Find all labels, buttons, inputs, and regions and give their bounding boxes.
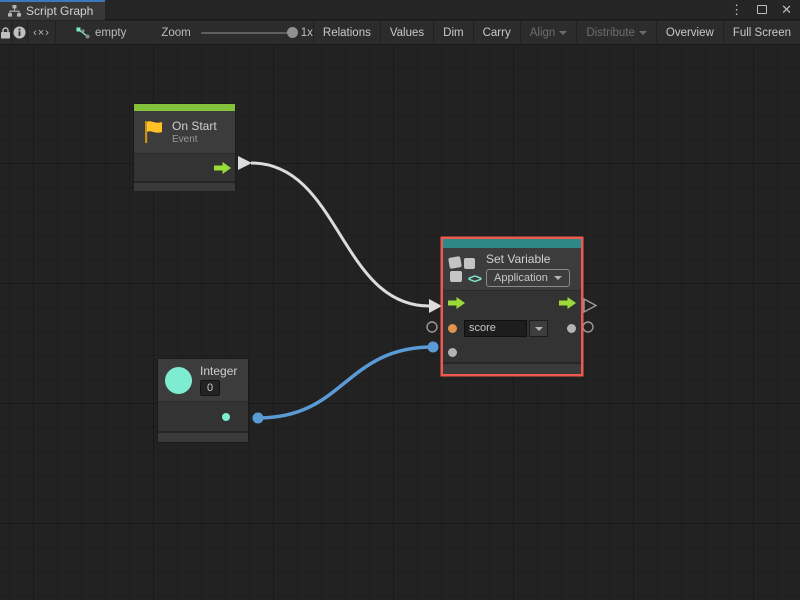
- menu-icon[interactable]: ⋮: [730, 3, 743, 16]
- flow-output-port[interactable]: [559, 297, 576, 309]
- flow-input-port[interactable]: [448, 297, 465, 309]
- info-button[interactable]: [12, 21, 27, 45]
- connection-wires: [0, 45, 800, 600]
- flow-output-port[interactable]: [214, 162, 231, 174]
- script-graph-window: Script Graph ⋮ ✕ ‹×›: [0, 0, 800, 600]
- lock-button[interactable]: [0, 21, 11, 45]
- angle-brackets-x-icon: ‹×›: [33, 27, 50, 39]
- value-wire: [258, 347, 433, 418]
- node-color-stripe: [443, 239, 581, 248]
- zoom-control: Zoom 1x: [161, 27, 313, 39]
- graph-canvas[interactable]: On Start Event: [0, 45, 800, 600]
- zoom-slider[interactable]: [201, 32, 293, 34]
- chevron-down-icon: [535, 327, 543, 331]
- chevron-down-icon: [559, 31, 567, 35]
- value-input-port[interactable]: [448, 348, 457, 357]
- chevron-down-icon: [639, 31, 647, 35]
- tab-title: Script Graph: [26, 4, 93, 18]
- graph-pointer-label: empty: [95, 27, 126, 39]
- graph-pointer-icon: [76, 27, 90, 39]
- integer-output-port[interactable]: [222, 413, 230, 421]
- overview-button[interactable]: Overview: [656, 21, 723, 45]
- node-subtitle: Event: [172, 134, 217, 145]
- code-brackets-icon: <>: [468, 271, 481, 286]
- flow-wire-dest-arrow: [429, 299, 442, 313]
- align-dropdown-button[interactable]: Align: [520, 21, 577, 45]
- carry-button[interactable]: Carry: [473, 21, 520, 45]
- variable-name-input-port[interactable]: [448, 324, 457, 333]
- integer-value-field[interactable]: 0: [200, 380, 220, 396]
- value-wire-dest-dot: [428, 342, 439, 353]
- angle-brackets-button[interactable]: ‹×›: [28, 21, 55, 45]
- value-output-port[interactable]: [567, 324, 576, 333]
- variable-name-field[interactable]: score: [464, 320, 527, 337]
- graph-pointer-status[interactable]: empty: [76, 27, 126, 39]
- input-port-hint-circle[interactable]: [427, 322, 437, 332]
- flag-icon: [142, 119, 165, 145]
- integer-node[interactable]: Integer 0: [157, 358, 249, 443]
- values-button[interactable]: Values: [380, 21, 433, 45]
- info-icon: [13, 26, 26, 39]
- node-color-stripe: [134, 104, 235, 111]
- flow-wire-source-arrow: [238, 156, 252, 170]
- output-port-hint-triangle[interactable]: [584, 299, 596, 312]
- distribute-dropdown-button[interactable]: Distribute: [576, 21, 656, 45]
- value-wire-source-dot: [253, 413, 264, 424]
- graph-tree-icon: [8, 5, 21, 17]
- variable-name-dropdown-button[interactable]: [529, 320, 548, 337]
- node-title: Integer: [200, 364, 237, 378]
- maximize-icon[interactable]: [757, 5, 767, 14]
- node-title: On Start: [172, 119, 217, 133]
- zoom-value: 1x: [301, 27, 313, 39]
- on-start-node[interactable]: On Start Event: [133, 103, 236, 190]
- dim-button[interactable]: Dim: [433, 21, 472, 45]
- zoom-label: Zoom: [161, 27, 190, 39]
- integer-type-icon: [165, 367, 192, 394]
- tab-script-graph[interactable]: Script Graph: [0, 0, 105, 20]
- variable-scope-dropdown[interactable]: Application: [486, 269, 570, 287]
- close-icon[interactable]: ✕: [781, 3, 792, 16]
- lock-icon: [0, 27, 11, 39]
- graph-toolbar: ‹×› empty Zoom 1x Relations Values Dim C…: [0, 21, 800, 45]
- variables-icon: <>: [449, 256, 479, 283]
- output-port-hint-circle[interactable]: [583, 322, 593, 332]
- tab-bar: Script Graph ⋮ ✕: [0, 0, 800, 20]
- fullscreen-button[interactable]: Full Screen: [723, 21, 800, 45]
- flow-wire: [251, 163, 429, 306]
- set-variable-node[interactable]: <> Set Variable Application: [443, 239, 581, 374]
- relations-button[interactable]: Relations: [313, 21, 380, 45]
- zoom-slider-handle[interactable]: [287, 27, 298, 38]
- window-controls: ⋮ ✕: [730, 0, 800, 19]
- chevron-down-icon: [554, 276, 562, 280]
- node-title: Set Variable: [486, 252, 570, 266]
